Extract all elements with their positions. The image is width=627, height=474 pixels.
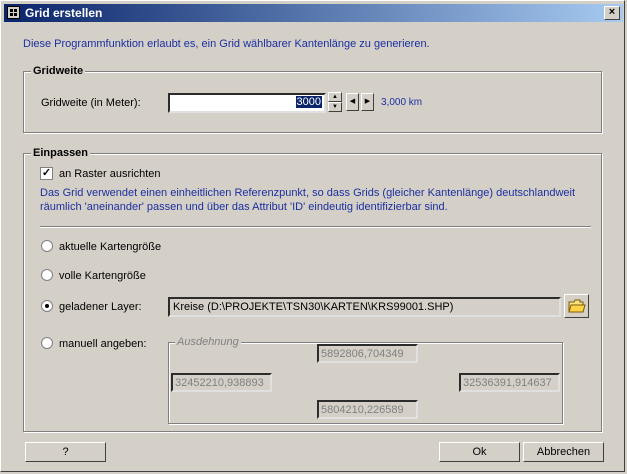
extent-left-field[interactable]: 32452210,938893 [171, 373, 272, 392]
cancel-button[interactable]: Abbrechen [523, 442, 604, 462]
prev-step-button[interactable]: ◀ [346, 93, 359, 111]
ok-button[interactable]: Ok [439, 442, 520, 462]
extent-top-field[interactable]: 5892806,704349 [317, 344, 418, 363]
extent-bottom-field[interactable]: 5804210,226589 [317, 400, 418, 419]
spin-down-button[interactable]: ▼ [328, 102, 342, 112]
raster-description-line1: Das Grid verwendet einen einheitlichen R… [40, 187, 576, 199]
gridweite-group-title: Gridweite [31, 65, 86, 77]
gridweite-input[interactable]: 3000 [168, 93, 326, 113]
window-title: Grid erstellen [25, 6, 103, 20]
spin-up-button[interactable]: ▲ [328, 92, 342, 102]
next-step-button[interactable]: ▶ [361, 93, 374, 111]
close-button[interactable]: × [604, 6, 620, 20]
extent-right-field[interactable]: 32536391,914637 [459, 373, 560, 392]
raster-checkbox[interactable]: ✓ [40, 167, 53, 180]
layer-value: Kreise (D:\PROJEKTE\TSN30\KARTEN\KRS9900… [173, 301, 454, 313]
extent-left-value: 32452210,938893 [175, 377, 264, 389]
radio-layer-label[interactable]: geladener Layer: [59, 301, 142, 313]
km-readout: 3,000 km [381, 97, 423, 108]
radio-layer[interactable] [41, 300, 53, 312]
radio-manuell[interactable] [41, 337, 53, 349]
einpassen-group-title: Einpassen [31, 147, 91, 159]
separator [40, 226, 591, 228]
extent-top-value: 5892806,704349 [321, 348, 404, 360]
app-icon [7, 6, 20, 19]
help-button[interactable]: ? [25, 442, 106, 462]
gridweite-label: Gridweite (in Meter): [41, 97, 141, 109]
title-bar[interactable]: Grid erstellen × [4, 4, 623, 22]
radio-volle[interactable] [41, 269, 53, 281]
extent-bottom-value: 5804210,226589 [321, 404, 404, 416]
radio-manuell-label[interactable]: manuell angeben: [59, 338, 146, 350]
raster-description-line2: räumlich 'aneinander' passen und über da… [40, 201, 448, 213]
dialog-window: Grid erstellen × Diese Programmfunktion … [0, 0, 625, 472]
extent-right-value: 32536391,914637 [463, 377, 552, 389]
open-layer-button[interactable] [564, 294, 589, 318]
layer-field[interactable]: Kreise (D:\PROJEKTE\TSN30\KARTEN\KRS9900… [168, 297, 561, 317]
gridweite-value: 3000 [295, 96, 322, 108]
raster-checkbox-label[interactable]: an Raster ausrichten [59, 168, 161, 180]
radio-aktuelle[interactable] [41, 240, 53, 252]
folder-icon [567, 299, 586, 313]
ausdehnung-title: Ausdehnung [175, 336, 241, 348]
intro-text: Diese Programmfunktion erlaubt es, ein G… [23, 38, 430, 50]
radio-volle-label[interactable]: volle Kartengröße [59, 270, 146, 282]
radio-aktuelle-label[interactable]: aktuelle Kartengröße [59, 241, 161, 253]
